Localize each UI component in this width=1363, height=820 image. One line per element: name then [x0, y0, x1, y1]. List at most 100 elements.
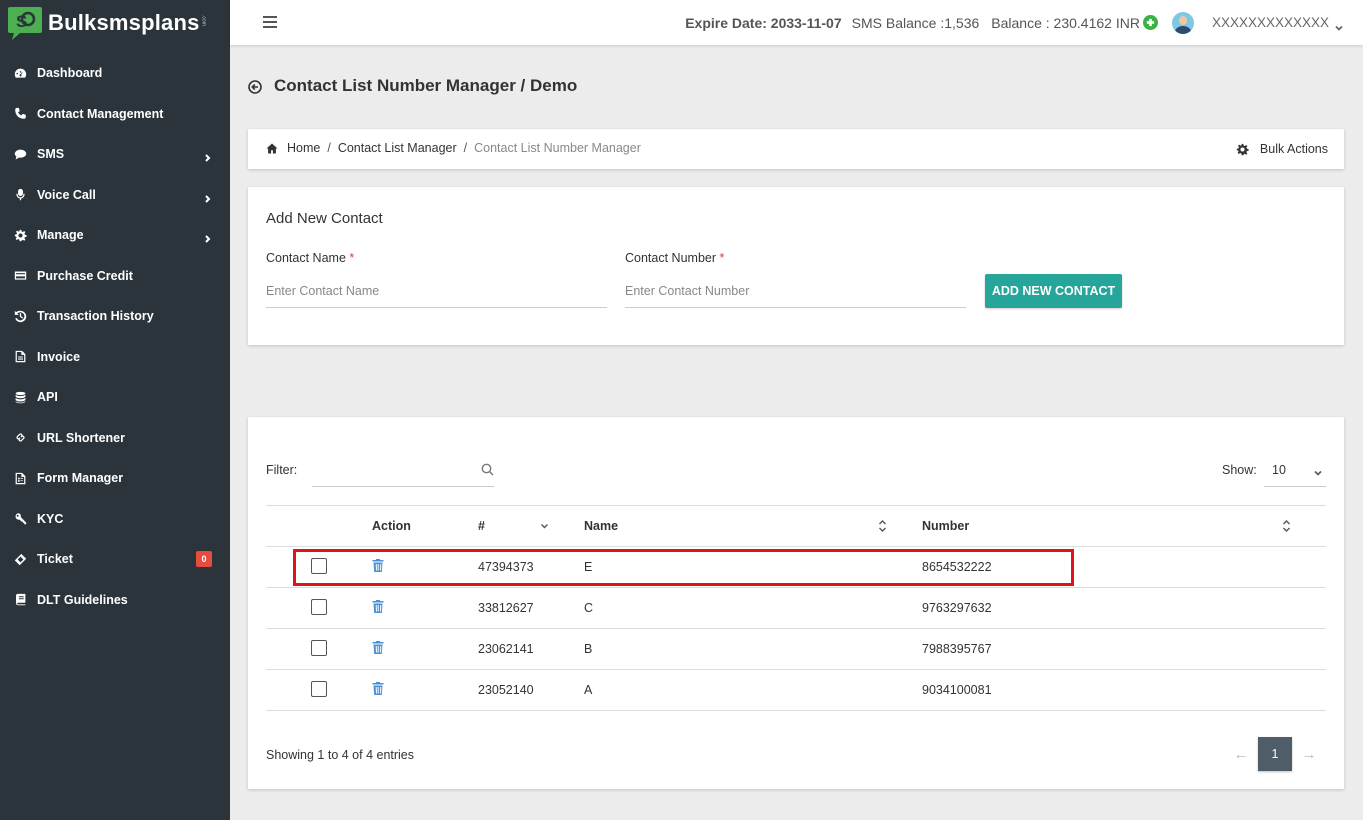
sort-icon[interactable] — [878, 520, 887, 532]
number-column-header[interactable]: Number — [922, 505, 1326, 547]
brand-suffix: .com — [200, 15, 207, 26]
sidebar-item-sms[interactable]: SMS — [0, 134, 230, 175]
contacts-table-card: Filter: Show: 10 Action # Name Number 47… — [248, 417, 1344, 789]
row-name: C — [584, 587, 922, 629]
next-page-button[interactable]: → — [1292, 746, 1326, 763]
sidebar-item-form-manager[interactable]: Form Manager — [0, 458, 230, 499]
sidebar-item-ticket[interactable]: Ticket 0 — [0, 539, 230, 580]
add-contact-title: Add New Contact — [266, 210, 383, 227]
page-size-select[interactable]: 10 — [1264, 457, 1326, 487]
chevron-right-icon — [204, 191, 212, 203]
id-column-header[interactable]: # — [478, 505, 584, 547]
sidebar-item-api[interactable]: API — [0, 377, 230, 418]
sidebar-item-kyc[interactable]: KYC — [0, 499, 230, 540]
sidebar-item-label: Contact Management — [37, 106, 164, 121]
sidebar-item-dashboard[interactable]: Dashboard — [0, 53, 230, 94]
row-checkbox[interactable] — [311, 557, 327, 574]
breadcrumb: Home / Contact List Manager / Contact Li… — [266, 141, 641, 155]
breadcrumb-current: Contact List Number Manager — [474, 141, 641, 155]
delete-icon[interactable] — [372, 682, 384, 695]
show-label: Show: — [1222, 463, 1257, 477]
pagination: ← 1 → — [1224, 737, 1326, 771]
row-id: 47394373 — [478, 546, 584, 588]
back-arrow-icon[interactable] — [248, 79, 262, 94]
form-file-icon — [13, 471, 27, 485]
delete-icon[interactable] — [372, 600, 384, 613]
breadcrumb-separator: / — [463, 141, 468, 155]
sort-icon[interactable] — [1282, 520, 1291, 532]
row-name: E — [584, 546, 922, 588]
row-checkbox[interactable] — [311, 639, 327, 656]
row-id: 23062141 — [478, 628, 584, 670]
page-title-text: Contact List Number Manager / Demo — [274, 76, 578, 95]
user-name[interactable]: XXXXXXXXXXXXX — [1212, 15, 1329, 30]
credit-card-icon — [13, 269, 27, 283]
table-row: 33812627 C 9763297632 — [266, 587, 1326, 629]
contact-number-input[interactable] — [625, 274, 966, 308]
ticket-count-badge: 0 — [196, 551, 212, 568]
sidebar-item-label: KYC — [37, 511, 64, 526]
avatar[interactable] — [1171, 11, 1194, 34]
home-icon — [266, 143, 278, 153]
sidebar-item-label: Invoice — [37, 349, 81, 364]
prev-page-button[interactable]: ← — [1224, 746, 1258, 763]
menu-toggle-icon[interactable] — [263, 16, 277, 28]
row-number: 9763297632 — [922, 587, 1326, 629]
gear-icon — [13, 228, 27, 242]
table-row: 47394373 E 8654532222 — [266, 546, 1326, 588]
delete-icon[interactable] — [372, 559, 384, 572]
row-checkbox[interactable] — [311, 680, 327, 697]
pdf-file-icon — [13, 350, 27, 364]
link-icon — [13, 431, 27, 445]
key-icon — [13, 512, 27, 526]
microphone-icon — [13, 188, 27, 202]
gear-icon — [1236, 143, 1249, 155]
row-number: 9034100081 — [922, 669, 1326, 711]
number-column-label: Number — [922, 519, 970, 533]
table-header-row: Action # Name Number — [266, 505, 1326, 547]
add-balance-icon[interactable] — [1142, 15, 1158, 30]
row-checkbox[interactable] — [311, 598, 327, 615]
sidebar-item-label: Manage — [37, 228, 84, 243]
bulk-actions-button[interactable]: Bulk Actions — [1236, 142, 1328, 156]
brand[interactable]: S Bulksmsplans .com — [0, 0, 230, 45]
contact-name-input[interactable] — [266, 274, 607, 308]
sidebar-item-transaction-history[interactable]: Transaction History — [0, 296, 230, 337]
sidebar-item-purchase-credit[interactable]: Purchase Credit — [0, 256, 230, 297]
sidebar-item-label: URL Shortener — [37, 430, 125, 445]
chat-icon — [13, 147, 27, 161]
sidebar-item-manage[interactable]: Manage — [0, 215, 230, 256]
sidebar-item-label: Purchase Credit — [37, 268, 133, 283]
breadcrumb-home[interactable]: Home — [287, 141, 320, 155]
bulk-actions-label: Bulk Actions — [1259, 142, 1328, 156]
row-number: 8654532222 — [922, 546, 1326, 588]
page-1-button[interactable]: 1 — [1258, 737, 1292, 771]
row-number: 7988395767 — [922, 628, 1326, 670]
sidebar-item-dlt-guidelines[interactable]: DLT Guidelines — [0, 580, 230, 621]
id-column-label: # — [478, 519, 485, 533]
row-id: 33812627 — [478, 587, 584, 629]
contact-number-label-text: Contact Number — [625, 251, 717, 265]
expire-date: Expire Date: 2033-11-07 — [685, 14, 842, 31]
table-row: 23052140 A 9034100081 — [266, 669, 1326, 711]
breadcrumb-contact-list-manager[interactable]: Contact List Manager — [338, 141, 457, 155]
sidebar-item-contact-management[interactable]: Contact Management — [0, 94, 230, 135]
page-title: Contact List Number Manager / Demo — [248, 76, 577, 96]
chevron-right-icon — [204, 231, 212, 243]
sidebar-item-label: Voice Call — [37, 187, 96, 202]
filter-input[interactable] — [312, 457, 494, 487]
add-new-contact-button[interactable]: ADD NEW CONTACT — [985, 274, 1122, 308]
sidebar-item-label: API — [37, 390, 58, 405]
sidebar-item-voice-call[interactable]: Voice Call — [0, 175, 230, 216]
sidebar-item-invoice[interactable]: Invoice — [0, 337, 230, 378]
search-icon[interactable] — [481, 463, 494, 476]
add-contact-card: Add New Contact Contact Name * Contact N… — [248, 187, 1344, 345]
name-column-header[interactable]: Name — [584, 505, 922, 547]
entries-info: Showing 1 to 4 of 4 entries — [266, 748, 415, 762]
required-mark: * — [719, 251, 725, 265]
sidebar-item-url-shortener[interactable]: URL Shortener — [0, 418, 230, 459]
page-size-value: 10 — [1272, 463, 1286, 477]
delete-icon[interactable] — [372, 641, 384, 654]
chevron-down-icon[interactable] — [1335, 19, 1343, 31]
sort-desc-icon[interactable] — [540, 520, 549, 532]
